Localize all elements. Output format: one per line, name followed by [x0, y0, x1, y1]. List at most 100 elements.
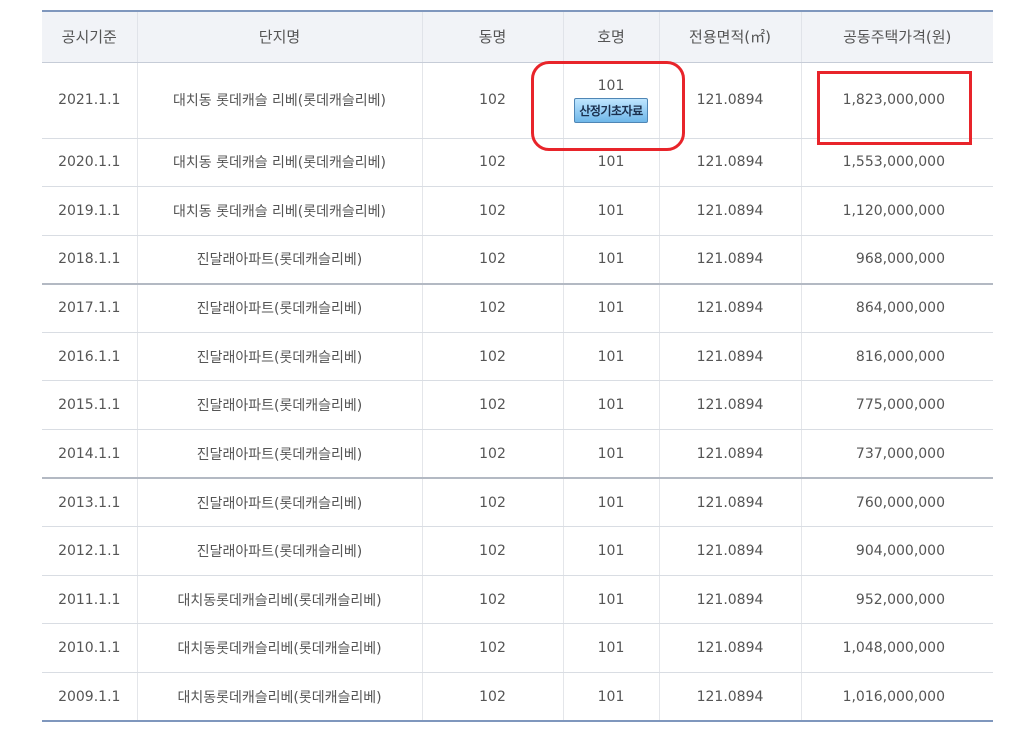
cell-date: 2018.1.1	[42, 235, 137, 285]
cell-area: 121.0894	[658, 623, 801, 674]
cell-date: 2010.1.1	[42, 623, 137, 674]
cell-dong: 102	[421, 623, 563, 674]
table-row: 2019.1.1 대치동 롯데캐슬 리베(롯데캐슬리베) 102 101 121.089…	[42, 186, 993, 236]
cell-complex: 진달래아파트(롯데캐슬리베)	[136, 429, 422, 480]
cell-date: 2013.1.1	[42, 478, 137, 528]
cell-dong: 102	[421, 380, 563, 431]
cell-complex: 진달래아파트(롯데캐슬리베)	[136, 283, 422, 333]
cell-date: 2009.1.1	[42, 672, 137, 723]
cell-price: 1,016,000,000	[800, 672, 993, 723]
cell-price: 1,823,000,000	[800, 62, 993, 139]
cell-complex: 대치동 롯데캐슬 리베(롯데캐슬리베)	[136, 186, 422, 236]
header-complex-name: 단지명	[136, 11, 422, 63]
table-row: 2014.1.1 진달래아파트(롯데캐슬리베) 102 101 121.0894 737,…	[42, 429, 993, 480]
cell-ho: 101	[562, 429, 659, 480]
cell-price: 952,000,000	[800, 575, 993, 625]
cell-dong: 102	[421, 575, 563, 625]
cell-area: 121.0894	[658, 186, 801, 236]
cell-complex: 대치동롯데캐슬리베(롯데캐슬리베)	[136, 672, 422, 723]
basis-data-button[interactable]: 산정기초자료	[574, 97, 648, 123]
cell-area: 121.0894	[658, 283, 801, 333]
cell-area: 121.0894	[658, 575, 801, 625]
cell-dong: 102	[421, 526, 563, 576]
table-row: 2017.1.1 진달래아파트(롯데캐슬리베) 102 101 121.0894 864,…	[42, 283, 993, 333]
cell-dong: 102	[421, 672, 563, 723]
table-row: 2013.1.1 진달래아파트(롯데캐슬리베) 102 101 121.0894 760,…	[42, 478, 993, 528]
cell-complex: 대치동 롯데캐슬 리베(롯데캐슬리베)	[136, 62, 422, 139]
cell-area: 121.0894	[658, 380, 801, 431]
cell-date: 2019.1.1	[42, 186, 137, 236]
cell-ho: 101	[562, 672, 659, 723]
cell-dong: 102	[421, 62, 563, 139]
table-body: 2021.1.1 대치동 롯데캐슬 리베(롯데캐슬리베) 102 101 산정기…	[42, 62, 993, 723]
cell-area: 121.0894	[658, 672, 801, 723]
cell-complex: 진달래아파트(롯데캐슬리베)	[136, 235, 422, 285]
cell-date: 2016.1.1	[42, 332, 137, 382]
cell-ho: 101	[562, 623, 659, 674]
table-row: 2009.1.1 대치동롯데캐슬리베(롯데캐슬리베) 102 101 121.0894 1…	[42, 672, 993, 723]
header-price: 공동주택가격(원)	[800, 11, 993, 63]
cell-ho: 101 산정기초자료	[562, 62, 659, 139]
cell-area: 121.0894	[658, 235, 801, 285]
cell-area: 121.0894	[658, 429, 801, 480]
header-unit: 호명	[562, 11, 659, 63]
cell-date: 2014.1.1	[42, 429, 137, 480]
cell-complex: 대치동롯데캐슬리베(롯데캐슬리베)	[136, 623, 422, 674]
cell-complex: 진달래아파트(롯데캐슬리베)	[136, 478, 422, 528]
cell-ho: 101	[562, 235, 659, 285]
cell-date: 2021.1.1	[42, 62, 137, 139]
cell-price: 760,000,000	[800, 478, 993, 528]
cell-date: 2017.1.1	[42, 283, 137, 333]
table-row: 2015.1.1 진달래아파트(롯데캐슬리베) 102 101 121.0894 775,…	[42, 380, 993, 431]
header-building: 동명	[421, 11, 563, 63]
cell-ho: 101	[562, 380, 659, 431]
table-row: 2010.1.1 대치동롯데캐슬리베(롯데캐슬리베) 102 101 121.0894 1…	[42, 623, 993, 674]
cell-date: 2020.1.1	[42, 138, 137, 188]
table-row: 2020.1.1 대치동 롯데캐슬 리베(롯데캐슬리베) 102 101 121.089…	[42, 138, 993, 188]
cell-ho: 101	[562, 283, 659, 333]
header-row: 공시기준 단지명 동명 호명 전용면적(㎡) 공동주택가격(원)	[42, 11, 993, 63]
cell-price: 816,000,000	[800, 332, 993, 382]
price-history-table-container: 공시기준 단지명 동명 호명 전용면적(㎡) 공동주택가격(원) 2021.1.…	[42, 10, 993, 723]
cell-price: 737,000,000	[800, 429, 993, 480]
cell-area: 121.0894	[658, 526, 801, 576]
table-row: 2021.1.1 대치동 롯데캐슬 리베(롯데캐슬리베) 102 101 산정기…	[42, 62, 993, 139]
cell-date: 2011.1.1	[42, 575, 137, 625]
table-row: 2011.1.1 대치동롯데캐슬리베(롯데캐슬리베) 102 101 121.0894 9…	[42, 575, 993, 625]
cell-ho: 101	[562, 478, 659, 528]
cell-area: 121.0894	[658, 62, 801, 139]
cell-complex: 대치동 롯데캐슬 리베(롯데캐슬리베)	[136, 138, 422, 188]
cell-price: 1,048,000,000	[800, 623, 993, 674]
cell-ho: 101	[562, 138, 659, 188]
cell-area: 121.0894	[658, 478, 801, 528]
cell-dong: 102	[421, 235, 563, 285]
cell-ho: 101	[562, 332, 659, 382]
cell-complex: 진달래아파트(롯데캐슬리베)	[136, 380, 422, 431]
cell-date: 2012.1.1	[42, 526, 137, 576]
cell-ho: 101	[562, 526, 659, 576]
table-row: 2016.1.1 진달래아파트(롯데캐슬리베) 102 101 121.0894 816,…	[42, 332, 993, 382]
cell-price: 864,000,000	[800, 283, 993, 333]
header-basis-date: 공시기준	[42, 11, 137, 63]
cell-dong: 102	[421, 186, 563, 236]
table-header: 공시기준 단지명 동명 호명 전용면적(㎡) 공동주택가격(원)	[42, 11, 993, 63]
cell-ho: 101	[562, 186, 659, 236]
cell-dong: 102	[421, 478, 563, 528]
cell-price: 775,000,000	[800, 380, 993, 431]
unit-number: 101	[597, 77, 625, 94]
cell-price: 1,120,000,000	[800, 186, 993, 236]
table-row: 2012.1.1 진달래아파트(롯데캐슬리베) 102 101 121.0894 904,…	[42, 526, 993, 576]
table-row: 2018.1.1 진달래아파트(롯데캐슬리베) 102 101 121.0894 968,…	[42, 235, 993, 285]
cell-price: 1,553,000,000	[800, 138, 993, 188]
cell-complex: 대치동롯데캐슬리베(롯데캐슬리베)	[136, 575, 422, 625]
cell-dong: 102	[421, 332, 563, 382]
cell-complex: 진달래아파트(롯데캐슬리베)	[136, 332, 422, 382]
cell-area: 121.0894	[658, 332, 801, 382]
price-history-table: 공시기준 단지명 동명 호명 전용면적(㎡) 공동주택가격(원) 2021.1.…	[42, 10, 993, 723]
cell-price: 904,000,000	[800, 526, 993, 576]
header-area: 전용면적(㎡)	[658, 11, 801, 63]
cell-complex: 진달래아파트(롯데캐슬리베)	[136, 526, 422, 576]
cell-ho: 101	[562, 575, 659, 625]
cell-dong: 102	[421, 429, 563, 480]
cell-price: 968,000,000	[800, 235, 993, 285]
